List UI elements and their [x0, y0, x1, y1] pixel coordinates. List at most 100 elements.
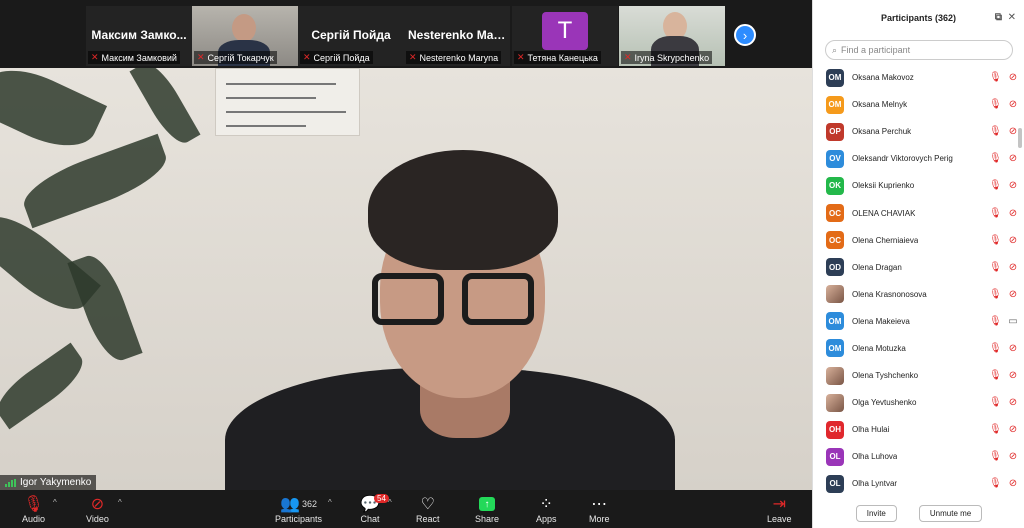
- participant-row[interactable]: OL Olha Luhova 🎙 ⊘: [813, 443, 1019, 470]
- participant-row[interactable]: OM Oksana Melnyk 🎙 ⊘: [813, 91, 1019, 118]
- participant-status-icons: 🎙 ⊘: [989, 153, 1019, 164]
- video-off-icon: ⊘: [1008, 397, 1018, 409]
- participant-status-icons: 🎙 ⊘: [989, 343, 1019, 354]
- gallery-tile[interactable]: Nesterenko Mar... ✕ Nesterenko Maryna: [404, 6, 510, 66]
- mic-muted-icon: 🎙: [989, 370, 1002, 382]
- tile-label: ✕ Тетяна Канецька: [514, 51, 601, 64]
- participants-button[interactable]: 👥 362 Participants: [275, 494, 322, 526]
- participant-name: Olena Krasnonosova: [852, 289, 927, 299]
- mic-muted-icon: 🎙: [989, 342, 1002, 354]
- share-button[interactable]: ↑ Share: [475, 494, 499, 526]
- gallery-tile[interactable]: T ✕ Тетяна Канецька: [512, 6, 618, 66]
- apps-button[interactable]: ⁘ Apps: [536, 494, 557, 526]
- participant-name: Olena Cherniaieva: [852, 235, 919, 245]
- audio-label: Audio: [22, 514, 46, 524]
- gallery-next-button[interactable]: ›: [734, 24, 756, 46]
- react-button[interactable]: ♡ React: [416, 494, 440, 526]
- participants-options-caret[interactable]: ^: [328, 498, 332, 507]
- participants-icon-wrap: 👥 362: [280, 494, 317, 514]
- more-icon: ⋯: [591, 496, 608, 513]
- participant-row[interactable]: OC OLENA CHAVIAK 🎙 ⊘: [813, 199, 1019, 226]
- mic-muted-icon: 🎙: [989, 99, 1002, 111]
- speaker-name-label: Igor Yakymenko: [0, 475, 97, 490]
- audio-button[interactable]: 🎙 Audio: [22, 494, 45, 526]
- panel-header: Participants (362) ⧉ ✕: [813, 0, 1024, 36]
- share-screen-icon: ↑: [479, 497, 496, 511]
- mic-muted-icon: 🎙: [989, 207, 1002, 219]
- tile-label: ✕ Сергій Пойда: [300, 51, 373, 64]
- pop-out-icon[interactable]: ⧉: [995, 12, 1002, 23]
- mic-muted-icon: 🎙: [23, 496, 44, 513]
- participant-row[interactable]: Olga Yevtushenko 🎙 ⊘: [813, 389, 1019, 416]
- participant-row[interactable]: OM Oksana Makovoz 🎙 ⊘: [813, 64, 1019, 91]
- search-placeholder: Find a participant: [841, 45, 911, 55]
- more-button[interactable]: ⋯ More: [589, 494, 610, 526]
- participant-row[interactable]: OD Olena Dragan 🎙 ⊘: [813, 254, 1019, 281]
- video-off-icon: ⊘: [1008, 342, 1018, 354]
- participant-row[interactable]: Olena Tyshchenko 🎙 ⊘: [813, 362, 1019, 389]
- avatar: OM: [826, 95, 844, 114]
- chat-options-caret[interactable]: ^: [388, 498, 392, 507]
- participant-row[interactable]: OV Oleksandr Viktorovych Perig 🎙 ⊘: [813, 145, 1019, 172]
- mic-muted-icon: 🎙: [989, 234, 1002, 246]
- leave-icon: ⇥: [772, 496, 786, 513]
- avatar: OV: [826, 149, 844, 168]
- video-button[interactable]: ⊘ Video: [86, 494, 109, 526]
- more-label: More: [589, 514, 610, 524]
- mic-muted-icon: 🎙: [989, 315, 1002, 327]
- mic-muted-icon: 🎙: [989, 261, 1002, 273]
- glasses-lens: [462, 273, 534, 325]
- avatar: OH: [826, 420, 844, 439]
- video-options-caret[interactable]: ^: [118, 498, 122, 507]
- participant-search-input[interactable]: ⌕ Find a participant: [825, 40, 1013, 60]
- participant-status-icons: 🎙 ⊘: [989, 99, 1019, 110]
- participants-label: Participants: [275, 514, 323, 524]
- apps-label: Apps: [536, 514, 557, 524]
- calendar-line: [226, 125, 306, 127]
- audio-options-caret[interactable]: ^: [53, 498, 57, 507]
- tile-label: ✕ Iryna Skrypchenko: [621, 51, 713, 64]
- participant-row[interactable]: OP Oksana Perchuk 🎙 ⊘: [813, 118, 1019, 145]
- tile-label-text: Сергій Пойда: [313, 52, 370, 63]
- participant-status-icons: 🎙 ⊘: [989, 397, 1019, 408]
- gallery-tile-video[interactable]: ✕ Iryna Skrypchenko: [619, 6, 725, 66]
- participant-row[interactable]: OM Olena Motuzka 🎙 ⊘: [813, 335, 1019, 362]
- video-off-icon: ⊘: [1008, 234, 1018, 246]
- gallery-tile-video[interactable]: ✕ Сергій Токарчук: [192, 6, 298, 66]
- unmute-me-button[interactable]: Unmute me: [918, 504, 983, 522]
- mic-muted-icon: 🎙: [989, 126, 1002, 138]
- tile-label: ✕ Максим Замковий: [88, 51, 180, 64]
- avatar: OD: [826, 258, 844, 277]
- mic-muted-icon: 🎙: [989, 72, 1002, 84]
- video-off-icon: ⊘: [1008, 261, 1018, 273]
- participant-row[interactable]: OC Olena Cherniaieva 🎙 ⊘: [813, 227, 1019, 254]
- participant-status-icons: 🎙 ⊘: [989, 289, 1019, 300]
- invite-button[interactable]: Invite: [855, 504, 897, 522]
- mic-muted-icon: 🎙: [989, 288, 1002, 300]
- participant-name: Oleksii Kuprienko: [852, 181, 915, 191]
- participant-row[interactable]: OH Olha Hulai 🎙 ⊘: [813, 416, 1019, 443]
- video-off-icon: ⊘: [1008, 99, 1018, 111]
- participant-name: Olena Makeieva: [852, 316, 910, 326]
- participant-row[interactable]: OL Olha Lyntvar 🎙 ⊘: [813, 470, 1019, 496]
- tile-label: ✕ Nesterenko Maryna: [406, 51, 502, 64]
- gallery-tile[interactable]: Сергій Пойда ✕ Сергій Пойда: [298, 6, 404, 66]
- participant-name: Olha Hulai: [852, 425, 890, 435]
- participant-name: Olena Dragan: [852, 262, 902, 272]
- video-off-icon: ⊘: [1008, 424, 1018, 436]
- gallery-tile[interactable]: Максим Замко... ✕ Максим Замковий: [86, 6, 192, 66]
- close-icon[interactable]: ✕: [1008, 12, 1016, 23]
- video-label: Video: [86, 514, 109, 524]
- participant-row[interactable]: Olena Krasnonosova 🎙 ⊘: [813, 281, 1019, 308]
- participant-row[interactable]: OM Olena Makeieva 🎙 ▭: [813, 308, 1019, 335]
- participant-status-icons: 🎙 ⊘: [989, 370, 1019, 381]
- heart-icon: ♡: [420, 496, 435, 513]
- mic-muted-icon: 🎙: [989, 180, 1002, 192]
- participant-status-icons: 🎙 ⊘: [989, 208, 1019, 219]
- participant-name: Olena Motuzka: [852, 343, 906, 353]
- participant-list-scrollbar[interactable]: [1018, 128, 1022, 148]
- participant-row[interactable]: OK Oleksii Kuprienko 🎙 ⊘: [813, 172, 1019, 199]
- speaker-hair: [368, 150, 558, 270]
- chat-button[interactable]: 💬 54 Chat: [360, 494, 389, 526]
- leave-button[interactable]: ⇥ Leave: [767, 494, 792, 526]
